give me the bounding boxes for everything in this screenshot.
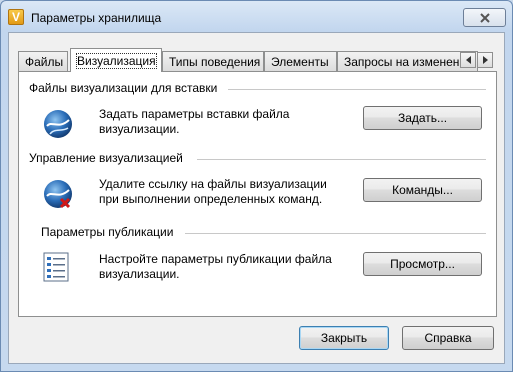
tab-scroll-left-button[interactable] — [460, 52, 476, 68]
globe-remove-icon — [44, 180, 72, 209]
globe-attach-icon — [44, 110, 72, 138]
attach-section-description: Задать параметры вставки файла визуализа… — [99, 107, 290, 136]
publish-list-icon — [43, 252, 69, 282]
publish-section-description: Настройте параметры публикации файла виз… — [99, 252, 332, 281]
manage-section-title: Управление визуализацией — [29, 151, 183, 165]
tab-items[interactable]: Элементы — [264, 51, 337, 72]
tab-files-label: Файлы — [25, 55, 64, 69]
tab-behaviors[interactable]: Типы поведения — [162, 51, 264, 72]
tab-scroll-right-button[interactable] — [477, 52, 493, 68]
tab-items-label: Элементы — [271, 55, 329, 69]
publish-section-title: Параметры публикации — [41, 225, 174, 239]
window-title: Параметры хранилища — [31, 11, 162, 25]
manage-section-divider — [197, 159, 486, 161]
title-bar[interactable]: V Параметры хранилища — [1, 1, 512, 33]
attach-section-divider — [228, 89, 486, 91]
visualization-panel: Файлы визуализации для вставки Задать па… — [18, 71, 497, 317]
manage-section-description: Удалите ссылку на файлы визуализации при… — [99, 177, 327, 206]
vault-app-icon: V — [8, 9, 24, 25]
tab-visualization-label: Визуализация — [76, 53, 157, 69]
tab-strip: Файлы Визуализация Типы поведения Элемен… — [18, 48, 478, 72]
help-button[interactable]: Справка — [402, 326, 494, 350]
tab-visualization[interactable]: Визуализация — [70, 48, 162, 72]
tab-files[interactable]: Файлы — [18, 51, 68, 72]
close-button[interactable]: Закрыть — [299, 326, 389, 350]
tab-change-requests-label: Запросы на изменение — [344, 55, 473, 69]
set-attachment-options-button[interactable]: Задать... — [363, 106, 482, 130]
preview-button[interactable]: Просмотр... — [363, 252, 482, 276]
commands-button[interactable]: Команды... — [363, 178, 482, 202]
dialog-client-area: Файлы Визуализация Типы поведения Элемен… — [8, 32, 505, 364]
dialog-window: V Параметры хранилища Файлы Визуализация… — [0, 0, 513, 372]
arrow-left-icon — [466, 56, 471, 64]
tab-behaviors-label: Типы поведения — [169, 55, 261, 69]
publish-section-divider — [185, 233, 486, 235]
arrow-right-icon — [483, 56, 488, 64]
close-icon — [480, 13, 490, 23]
tab-change-requests[interactable]: Запросы на изменение — [337, 51, 478, 72]
attach-section-title: Файлы визуализации для вставки — [29, 81, 218, 95]
close-window-button[interactable] — [463, 8, 506, 27]
